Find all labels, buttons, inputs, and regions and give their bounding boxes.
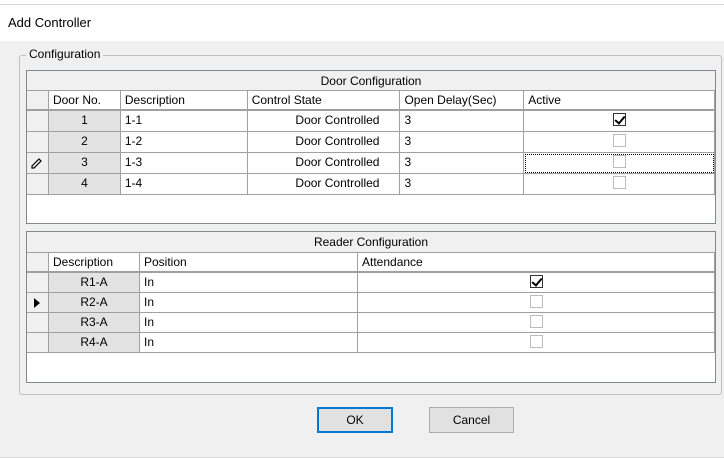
reader-grid-empty-area [27,353,715,382]
active-cell[interactable] [524,132,715,153]
column-header-attendance[interactable]: Attendance [358,253,715,272]
control-state-cell[interactable]: Door Controlled [247,111,401,132]
column-header-open-delay[interactable]: Open Delay(Sec) [400,91,525,110]
window-title: Add Controller [8,15,92,30]
row-header[interactable] [27,293,49,313]
door-no-cell: 1 [48,111,121,132]
row-header[interactable] [27,111,49,132]
title-bar: Add Controller [0,5,724,41]
reader-description-cell: R4-A [49,333,140,353]
door-grid-empty-area [27,195,715,223]
reader-grid-title: Reader Configuration [27,232,715,253]
row-header[interactable] [27,273,49,293]
attendance-cell[interactable] [358,313,715,333]
table-row[interactable]: 2 1-2 Door Controlled 3 [27,132,715,153]
active-cell[interactable] [524,153,715,174]
position-cell[interactable]: In [140,313,358,333]
description-cell[interactable]: 1-3 [120,153,248,174]
door-no-cell: 4 [48,174,121,195]
table-row[interactable]: 1 1-1 Door Controlled 3 [27,111,715,132]
table-row[interactable]: R4-A In [27,333,715,353]
active-checkbox[interactable] [612,134,626,148]
description-cell[interactable]: 1-4 [120,174,248,195]
attendance-checkbox[interactable] [529,295,543,309]
configuration-legend: Configuration [26,47,104,61]
table-row[interactable]: 4 1-4 Door Controlled 3 [27,174,715,195]
row-header-corner [27,91,49,110]
table-row[interactable]: R2-A In [27,293,715,313]
active-cell[interactable] [524,174,715,195]
reader-description-cell: R3-A [49,313,140,333]
column-header-control-state[interactable]: Control State [247,91,401,110]
row-header[interactable] [27,153,49,174]
open-delay-cell[interactable]: 3 [400,153,525,174]
reader-configuration-grid[interactable]: Reader Configuration Description Positio… [26,231,716,383]
table-row[interactable]: R3-A In [27,313,715,333]
open-delay-cell[interactable]: 3 [400,174,525,195]
table-row[interactable]: 3 1-3 Door Controlled 3 [27,153,715,174]
column-header-door-no[interactable]: Door No. [48,91,121,110]
open-delay-cell[interactable]: 3 [400,132,525,153]
row-header-corner [27,253,49,272]
cancel-button[interactable]: Cancel [429,407,514,433]
door-configuration-grid[interactable]: Door Configuration Door No. Description … [26,70,716,224]
attendance-cell[interactable] [358,333,715,353]
open-delay-cell[interactable]: 3 [400,111,525,132]
attendance-checkbox[interactable] [529,315,543,329]
dialog-footer: OK Cancel [0,396,724,458]
door-grid-header: Door No. Description Control State Open … [27,91,716,111]
position-cell[interactable]: In [140,333,358,353]
reader-description-cell: R2-A [49,293,140,313]
description-cell[interactable]: 1-1 [120,111,248,132]
column-header-position[interactable]: Position [140,253,358,272]
description-cell[interactable]: 1-2 [120,132,248,153]
column-header-description[interactable]: Description [49,253,140,272]
reader-grid-header: Description Position Attendance [27,253,715,273]
current-row-arrow-icon [34,298,40,311]
door-no-cell: 2 [48,132,121,153]
edit-pencil-icon [31,158,43,172]
position-cell[interactable]: In [140,293,358,313]
active-cell[interactable] [524,111,715,132]
position-cell[interactable]: In [140,273,358,293]
table-row[interactable]: R1-A In [27,273,715,293]
reader-description-cell: R1-A [49,273,140,293]
door-no-cell: 3 [48,153,121,174]
column-header-active[interactable]: Active [524,91,716,110]
control-state-cell[interactable]: Door Controlled [247,132,401,153]
attendance-cell[interactable] [358,293,715,313]
row-header[interactable] [27,333,49,353]
control-state-cell[interactable]: Door Controlled [247,153,401,174]
control-state-cell[interactable]: Door Controlled [247,174,401,195]
row-header[interactable] [27,313,49,333]
ok-button[interactable]: OK [317,407,393,433]
door-grid-title: Door Configuration [27,71,715,91]
active-checkbox[interactable] [612,113,626,127]
row-header[interactable] [27,132,49,153]
attendance-checkbox[interactable] [529,275,543,289]
attendance-checkbox[interactable] [529,335,543,349]
row-header[interactable] [27,174,49,195]
active-checkbox[interactable] [612,155,626,169]
active-checkbox[interactable] [612,176,626,190]
column-header-description[interactable]: Description [120,91,248,110]
attendance-cell[interactable] [358,273,715,293]
